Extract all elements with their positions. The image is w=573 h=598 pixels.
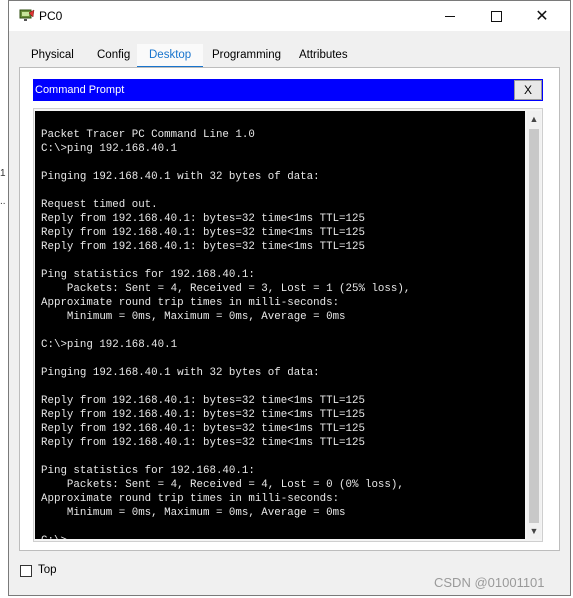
window-title: PC0 [39,9,63,23]
command-prompt-frame: Packet Tracer PC Command Line 1.0 C:\>pi… [33,108,543,542]
scroll-up-icon[interactable]: ▲ [527,111,541,127]
minimize-button[interactable] [427,1,473,31]
maximize-icon [490,10,502,22]
close-icon: ✕ [535,8,549,25]
command-prompt-close-button[interactable]: X [514,80,542,100]
packet-tracer-pc-icon [19,9,35,21]
close-button[interactable]: ✕ [519,1,565,31]
terminal[interactable]: Packet Tracer PC Command Line 1.0 C:\>pi… [35,111,525,539]
watermark: CSDN @01001101 [434,575,545,590]
vertical-scrollbar[interactable]: ▲ ▼ [527,111,541,539]
minimize-icon [445,15,455,17]
title-bar[interactable]: PC0 ✕ [9,1,570,31]
scroll-down-icon[interactable]: ▼ [527,523,541,539]
top-checkbox[interactable] [20,565,32,577]
background-edge-text: 1 [0,168,6,179]
pc0-window: PC0 ✕ Physical Config Desktop Programmin… [8,0,571,596]
maximize-button[interactable] [473,1,519,31]
command-prompt-header: Command Prompt [33,79,543,101]
top-checkbox-label: Top [38,564,57,576]
terminal-output[interactable]: Packet Tracer PC Command Line 1.0 C:\>pi… [41,128,410,539]
tab-config[interactable]: Config [85,44,142,66]
tab-physical[interactable]: Physical [19,44,86,66]
desktop-panel: Command Prompt X Packet Tracer PC Comman… [19,67,560,551]
tab-programming[interactable]: Programming [200,44,293,66]
tab-desktop[interactable]: Desktop [137,44,204,69]
tab-attributes[interactable]: Attributes [287,44,360,66]
scroll-thumb[interactable] [529,129,539,523]
background-edge-dots: .. [0,196,6,207]
